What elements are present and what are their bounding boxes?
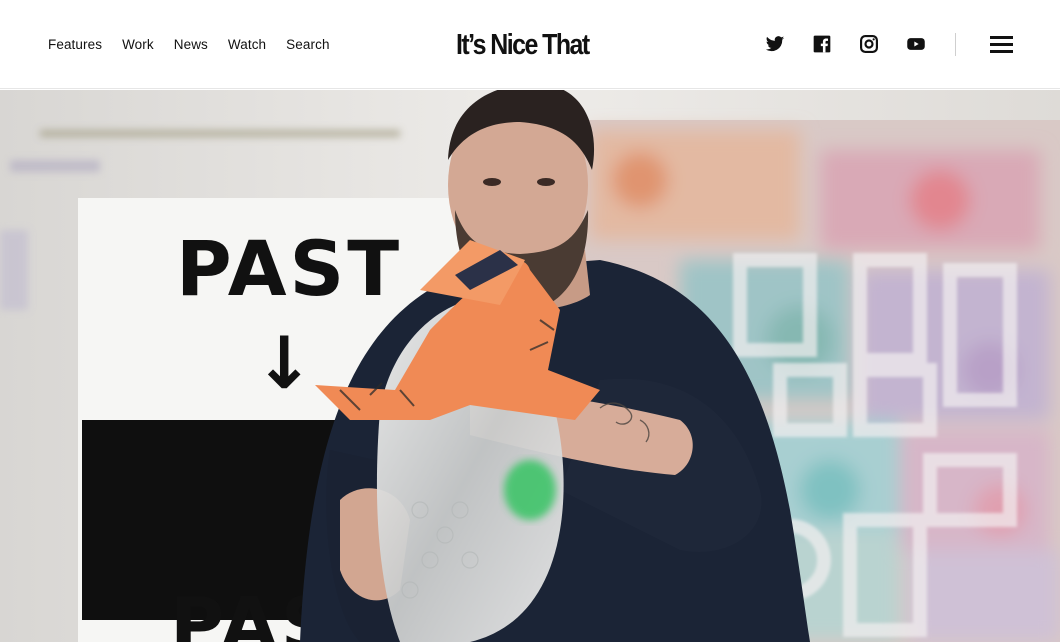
social-links [765,34,926,54]
hero-photo: PAST ↓ PAST [0,90,1060,642]
twitter-icon[interactable] [765,34,785,54]
header-divider [955,33,956,56]
sign-arrow: ↓ [254,321,314,405]
nav-features[interactable]: Features [48,36,102,54]
site-logo[interactable]: It’s Nice That [456,27,590,63]
hamburger-menu-icon[interactable] [990,35,1014,54]
nav-search[interactable]: Search [286,36,329,54]
site-header: Features Work News Watch Search It’s Nic… [0,0,1060,89]
nav-news[interactable]: News [174,36,208,54]
hero-illustration: PAST ↓ PAST [0,90,1060,642]
main-nav: Features Work News Watch Search [48,36,330,54]
nav-watch[interactable]: Watch [228,36,266,54]
youtube-icon[interactable] [906,34,926,54]
facebook-icon[interactable] [812,34,832,54]
nav-work[interactable]: Work [122,36,154,54]
sign-text-top: PAST [176,224,402,313]
instagram-icon[interactable] [859,34,879,54]
